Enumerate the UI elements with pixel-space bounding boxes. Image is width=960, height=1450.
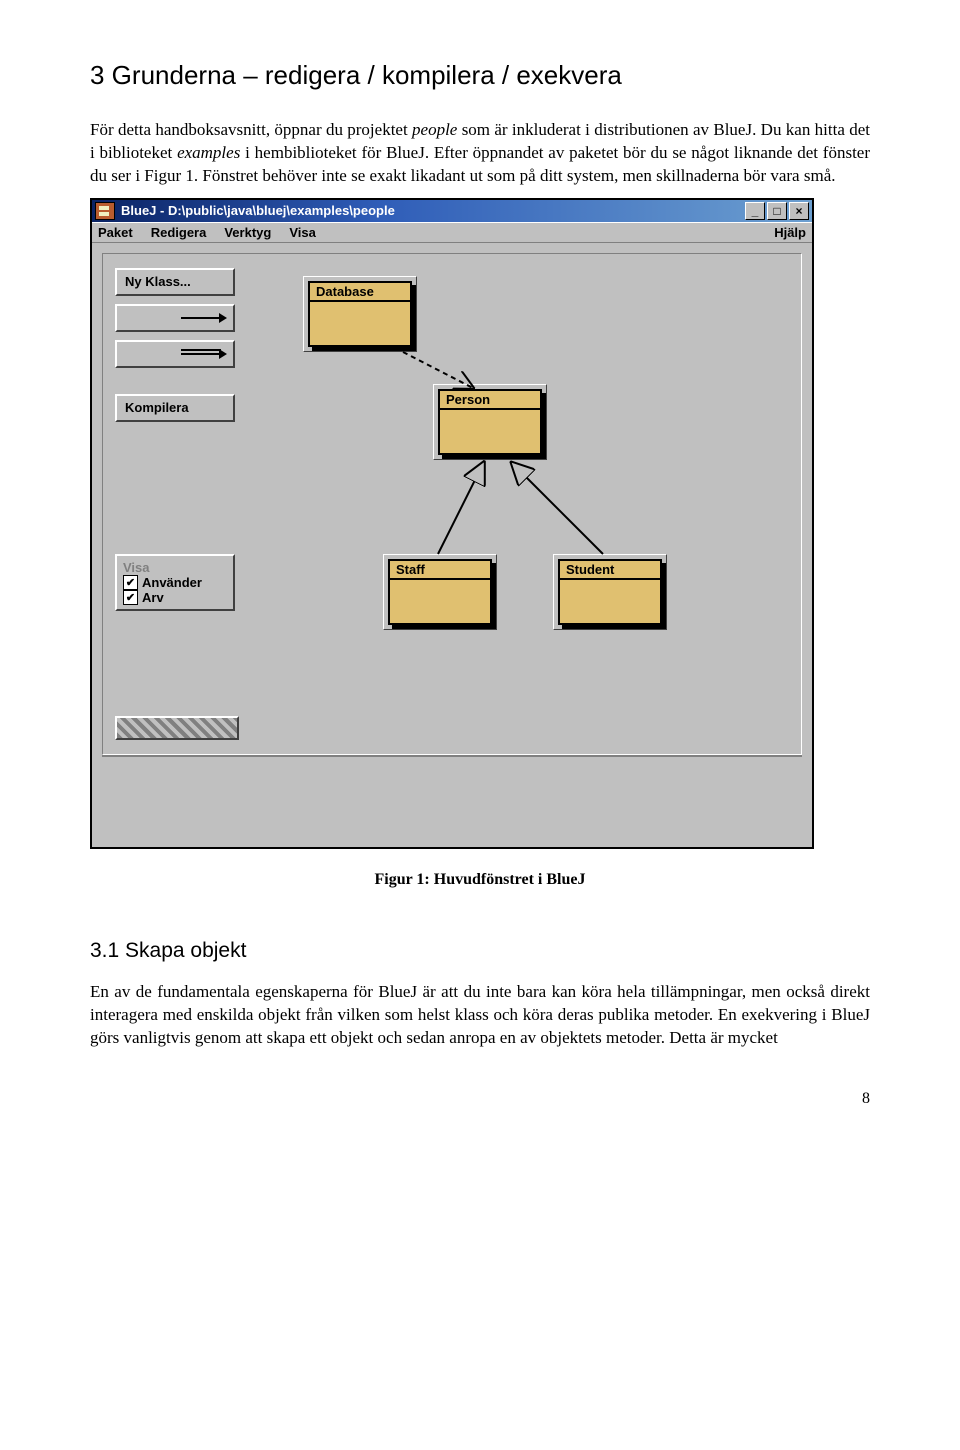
text: För detta handboksavsnitt, öppnar du pro… [90, 120, 412, 139]
close-button[interactable]: × [789, 202, 809, 220]
subsection-paragraph: En av de fundamentala egenskaperna för B… [90, 981, 870, 1050]
page-number: 8 [90, 1090, 870, 1108]
class-database[interactable]: Database [303, 276, 417, 352]
progress-indicator [115, 716, 239, 740]
label-anvander: Använder [142, 575, 202, 590]
checkmark-icon: ✔ [123, 575, 138, 590]
app-icon [95, 202, 115, 220]
class-label-person: Person [440, 391, 540, 410]
bluej-window: BlueJ - D:\public\java\bluej\examples\pe… [90, 198, 814, 849]
class-student[interactable]: Student [553, 554, 667, 630]
folder-name-examples: examples [177, 143, 240, 162]
project-name-people: people [412, 120, 457, 139]
object-bench[interactable] [102, 755, 802, 837]
menu-paket[interactable]: Paket [98, 225, 133, 240]
menu-redigera[interactable]: Redigera [151, 225, 207, 240]
titlebar: BlueJ - D:\public\java\bluej\examples\pe… [92, 200, 812, 222]
class-label-staff: Staff [390, 561, 490, 580]
options-heading-visa: Visa [123, 560, 227, 575]
intro-paragraph: För detta handboksavsnitt, öppnar du pro… [90, 119, 870, 188]
new-class-button[interactable]: Ny Klass... [115, 268, 235, 296]
menubar: Paket Redigera Verktyg Visa Hjälp [92, 222, 812, 243]
class-label-database: Database [310, 283, 410, 302]
compile-button[interactable]: Kompilera [115, 394, 235, 422]
inheritance-relation-button[interactable] [115, 340, 235, 368]
section-heading: 3 Grunderna – redigera / kompilera / exe… [90, 60, 870, 91]
window-title: BlueJ - D:\public\java\bluej\examples\pe… [121, 203, 745, 218]
figure-caption: Figur 1: Huvudfönstret i BlueJ [90, 871, 870, 889]
minimize-button[interactable]: _ [745, 202, 765, 220]
view-options-panel: Visa ✔ Använder ✔ Arv [115, 554, 235, 611]
menu-help[interactable]: Hjälp [774, 225, 806, 240]
menu-visa[interactable]: Visa [289, 225, 316, 240]
uses-relation-button[interactable] [115, 304, 235, 332]
checkbox-anvander[interactable]: ✔ Använder [123, 575, 227, 590]
label-arv: Arv [142, 590, 164, 605]
class-staff[interactable]: Staff [383, 554, 497, 630]
subsection-heading: 3.1 Skapa objekt [90, 939, 870, 963]
diagram-area: Ny Klass... Kompilera Visa ✔ Använder ✔ Ar… [92, 243, 812, 847]
menu-verktyg[interactable]: Verktyg [224, 225, 271, 240]
maximize-button[interactable]: □ [767, 202, 787, 220]
class-label-student: Student [560, 561, 660, 580]
checkmark-icon: ✔ [123, 590, 138, 605]
checkbox-arv[interactable]: ✔ Arv [123, 590, 227, 605]
class-person[interactable]: Person [433, 384, 547, 460]
